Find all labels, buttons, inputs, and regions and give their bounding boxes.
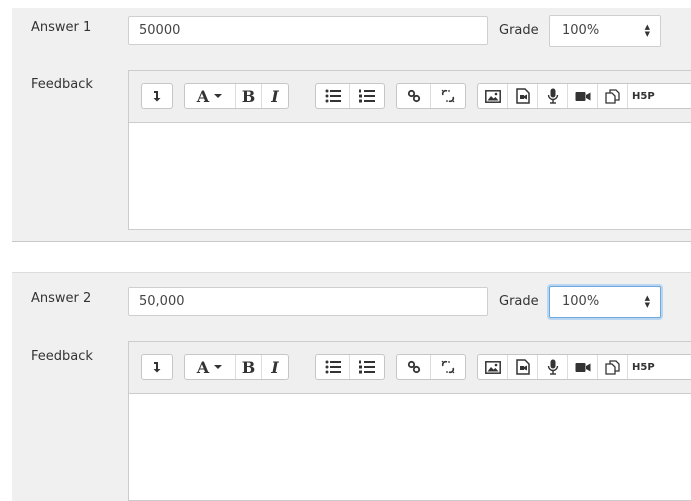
media-icon[interactable] (508, 355, 538, 379)
bold-glyph: B (241, 86, 256, 106)
collapse-icon[interactable] (142, 355, 172, 379)
feedback-1-editor: A B I H5P (128, 70, 691, 230)
feedback-2-content[interactable] (129, 394, 691, 500)
font-icon[interactable]: A (185, 355, 236, 379)
image-icon[interactable] (478, 355, 508, 379)
toolbar-group-media: H5P (477, 354, 691, 380)
font-icon[interactable]: A (185, 84, 236, 108)
toolbar-group-links (396, 354, 466, 380)
record-video-icon[interactable] (568, 355, 598, 379)
italic-glyph: I (271, 86, 279, 106)
toolbar-group-collapse (141, 83, 173, 109)
italic-icon[interactable]: I (262, 355, 288, 379)
grade-2-select[interactable]: 100% ▲ ▼ (549, 286, 661, 318)
h5p-glyph: H5P (632, 90, 655, 102)
toolbar-group-lists (315, 83, 385, 109)
unordered-list-icon[interactable] (316, 355, 350, 379)
editor-2-toolbar: A B I H5P (129, 342, 691, 394)
ordered-list-icon[interactable] (350, 84, 384, 108)
manage-files-icon[interactable] (598, 84, 628, 108)
record-audio-icon[interactable] (538, 355, 568, 379)
toolbar-group-lists (315, 354, 385, 380)
bold-icon[interactable]: B (236, 355, 262, 379)
editor-1-toolbar: A B I H5P (129, 71, 691, 123)
answer-1-label: Answer 1 (31, 20, 92, 35)
record-audio-icon[interactable] (538, 84, 568, 108)
record-video-icon[interactable] (568, 84, 598, 108)
toolbar-group-style: A B I (184, 354, 289, 380)
image-icon[interactable] (478, 84, 508, 108)
ordered-list-icon[interactable] (350, 355, 384, 379)
select-arrows-icon: ▲ ▼ (644, 23, 650, 38)
collapse-icon[interactable] (142, 84, 172, 108)
grade-1-select[interactable]: 100% ▲ ▼ (549, 15, 661, 47)
manage-files-icon[interactable] (598, 355, 628, 379)
feedback-1-label: Feedback (31, 77, 93, 92)
bold-glyph: B (241, 357, 256, 377)
answer-1-panel: Answer 1 50000 Grade 100% ▲ ▼ Feedback A … (12, 8, 691, 242)
font-glyph: A (196, 86, 210, 106)
feedback-1-content[interactable] (129, 123, 691, 229)
answer-1-input[interactable]: 50000 (128, 16, 488, 45)
grade-1-value: 100% (562, 23, 600, 38)
h5p-glyph: H5P (632, 361, 655, 373)
unordered-list-icon[interactable] (316, 84, 350, 108)
bold-icon[interactable]: B (236, 84, 262, 108)
feedback-2-editor: A B I H5P (128, 341, 691, 501)
italic-glyph: I (271, 357, 279, 377)
media-icon[interactable] (508, 84, 538, 108)
toolbar-group-media: H5P (477, 83, 691, 109)
h5p-icon[interactable]: H5P (628, 355, 666, 379)
unlink-icon[interactable] (431, 84, 465, 108)
toolbar-group-style: A B I (184, 83, 289, 109)
link-icon[interactable] (397, 355, 431, 379)
answer-2-panel: Answer 2 50,000 Grade 100% ▲ ▼ Feedback A… (12, 272, 691, 501)
unlink-icon[interactable] (431, 355, 465, 379)
italic-icon[interactable]: I (262, 84, 288, 108)
toolbar-group-links (396, 83, 466, 109)
toolbar-group-collapse (141, 354, 173, 380)
h5p-icon[interactable]: H5P (628, 84, 666, 108)
link-icon[interactable] (397, 84, 431, 108)
feedback-2-label: Feedback (31, 349, 93, 364)
select-arrows-icon: ▲ ▼ (644, 294, 650, 309)
grade-1-label: Grade (499, 23, 539, 38)
grade-2-label: Grade (499, 294, 539, 309)
grade-2-value: 100% (562, 294, 600, 309)
answer-2-input[interactable]: 50,000 (128, 287, 488, 316)
answer-2-label: Answer 2 (31, 291, 92, 306)
font-glyph: A (196, 357, 210, 377)
